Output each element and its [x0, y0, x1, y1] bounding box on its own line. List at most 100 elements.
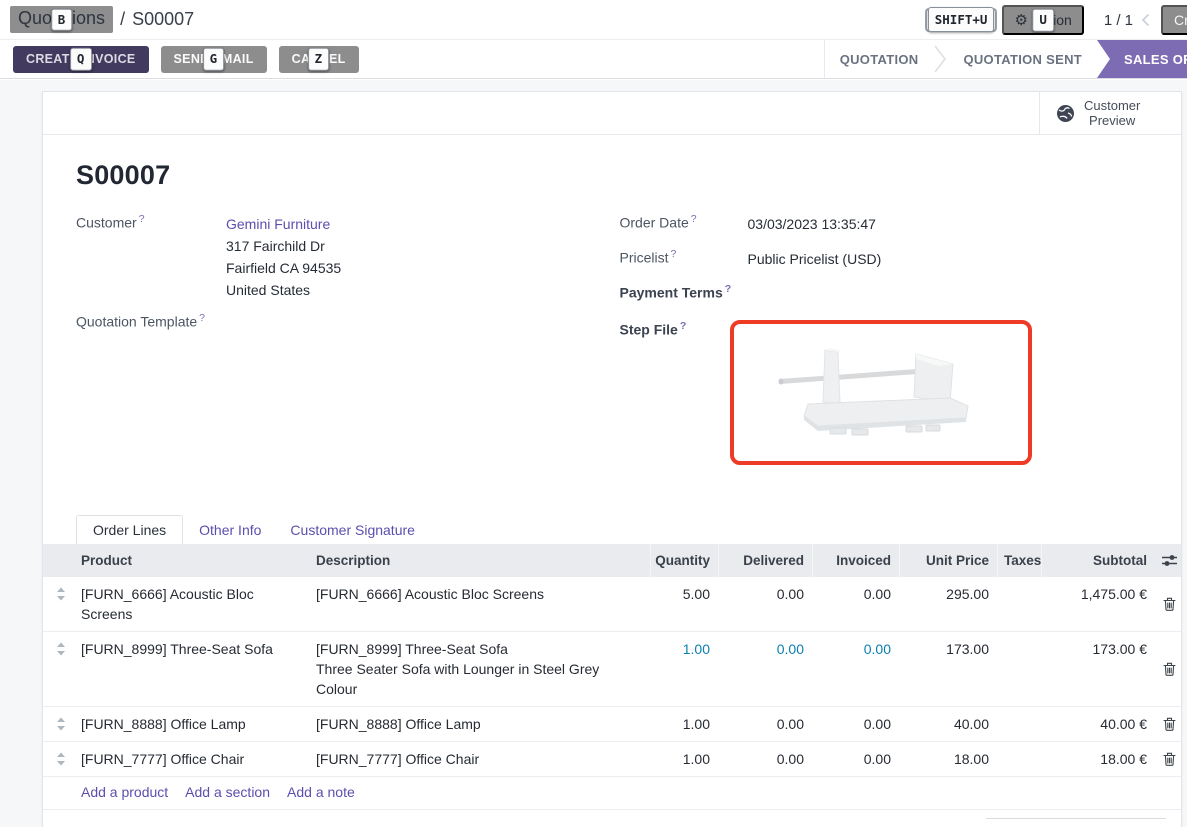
column-header-description[interactable]: Description	[316, 544, 650, 577]
help-icon: ?	[199, 312, 205, 324]
add-a-section-link[interactable]: Add a section	[185, 784, 270, 800]
create-button[interactable]: Create	[1161, 5, 1187, 35]
handle-column-header	[43, 544, 79, 577]
quantity-cell[interactable]: 1.00	[650, 707, 718, 741]
table-row[interactable]: [FURN_6666] Acoustic Bloc Screens[FURN_6…	[43, 577, 1181, 632]
product-cell[interactable]: [FURN_6666] Acoustic Bloc Screens	[79, 577, 316, 631]
invoiced-cell[interactable]: 0.00	[812, 632, 899, 706]
column-header-product[interactable]: Product	[79, 544, 316, 577]
create-invoice-button[interactable]: CREATE INVOICE Q	[13, 46, 149, 73]
description-line: Three Seater Sofa with Lounger in Steel …	[316, 659, 620, 699]
quantity-cell[interactable]: 1.00	[650, 742, 718, 776]
row-actions[interactable]	[1155, 632, 1183, 706]
taxes-cell[interactable]	[997, 742, 1041, 776]
column-header-quantity[interactable]: Quantity	[650, 544, 718, 577]
subtotal-cell[interactable]: 18.00 €	[1041, 742, 1155, 776]
pricelist-value[interactable]: Public Pricelist (USD)	[748, 248, 882, 270]
subtotal-cell[interactable]: 173.00 €	[1041, 632, 1155, 706]
row-actions[interactable]	[1155, 742, 1183, 776]
product-cell[interactable]: [FURN_8888] Office Lamp	[79, 707, 316, 741]
record-pager: 1 / 1	[1104, 12, 1133, 29]
order-lines-header: Product Description Quantity Delivered I…	[43, 544, 1181, 577]
table-row[interactable]: [FURN_8888] Office Lamp[FURN_8888] Offic…	[43, 707, 1181, 742]
add-a-note-link[interactable]: Add a note	[287, 784, 355, 800]
column-header-unit-price[interactable]: Unit Price	[899, 544, 997, 577]
customer-preview-line2: Preview	[1089, 113, 1135, 128]
tab-customer-signature[interactable]: Customer Signature	[277, 516, 428, 544]
breadcrumb-section[interactable]: Quotations B	[10, 6, 113, 33]
statusbar-stage[interactable]: SALES ORDER	[1097, 40, 1187, 78]
invoiced-cell[interactable]: 0.00	[812, 707, 899, 741]
pricelist-label-text: Pricelist	[620, 250, 669, 266]
tab-other-info[interactable]: Other Info	[186, 516, 274, 544]
breadcrumb-record: S00007	[132, 9, 194, 30]
order-date-label: Order Date?	[620, 213, 748, 235]
description-cell[interactable]: [FURN_8888] Office Lamp	[316, 707, 650, 741]
delivered-cell[interactable]: 0.00	[718, 632, 812, 706]
keyboard-hint-badge: U	[1032, 9, 1054, 32]
taxes-cell[interactable]	[997, 632, 1041, 706]
action-bar: CREATE INVOICE Q SEND EMAIL G CANCEL Z Q…	[0, 40, 1187, 79]
optional-columns-button[interactable]	[1155, 544, 1183, 577]
drag-handle[interactable]	[43, 632, 79, 706]
payment-terms-label: Payment Terms?	[620, 283, 748, 301]
table-row[interactable]: [FURN_7777] Office Chair[FURN_7777] Offi…	[43, 742, 1181, 777]
quantity-cell[interactable]: 1.00	[650, 632, 718, 706]
create-button-label: Create	[1174, 12, 1187, 28]
unit-price-cell[interactable]: 40.00	[899, 707, 997, 741]
delivered-cell[interactable]: 0.00	[718, 742, 812, 776]
add-a-product-link[interactable]: Add a product	[81, 784, 168, 800]
delete-row-icon[interactable]	[1163, 662, 1176, 676]
tab-order-lines[interactable]: Order Lines	[76, 515, 183, 544]
drag-handle[interactable]	[43, 707, 79, 741]
customer-field-label: Customer?	[76, 213, 226, 301]
taxes-cell[interactable]	[997, 577, 1041, 631]
row-actions[interactable]	[1155, 577, 1183, 631]
delivered-cell[interactable]: 0.00	[718, 707, 812, 741]
description-cell[interactable]: [FURN_6666] Acoustic Bloc Screens	[316, 577, 650, 631]
cancel-button[interactable]: CANCEL Z	[279, 46, 359, 73]
unit-price-cell[interactable]: 173.00	[899, 632, 997, 706]
statusbar-stage[interactable]: QUOTATION	[825, 40, 934, 78]
quotation-template-label-text: Quotation Template	[76, 314, 197, 330]
drag-handle[interactable]	[43, 577, 79, 631]
product-cell[interactable]: [FURN_8999] Three-Seat Sofa	[79, 632, 316, 706]
product-cell[interactable]: [FURN_7777] Office Chair	[79, 742, 316, 776]
delete-row-icon[interactable]	[1163, 597, 1176, 611]
statusbar-stage[interactable]: QUOTATION SENT	[948, 40, 1097, 78]
delete-row-icon[interactable]	[1163, 752, 1176, 766]
help-icon: ?	[680, 320, 686, 332]
step-file-image[interactable]	[730, 320, 1032, 465]
drag-handle[interactable]	[43, 742, 79, 776]
pager-previous-icon[interactable]	[1141, 13, 1150, 27]
delete-row-icon[interactable]	[1163, 717, 1176, 731]
subtotal-cell[interactable]: 1,475.00 €	[1041, 577, 1155, 631]
table-row[interactable]: [FURN_8999] Three-Seat Sofa[FURN_8999] T…	[43, 632, 1181, 707]
customer-address-line: 317 Fairchild Dr	[226, 235, 341, 257]
invoiced-cell[interactable]: 0.00	[812, 577, 899, 631]
delivered-cell[interactable]: 0.00	[718, 577, 812, 631]
customer-preview-button[interactable]: Customer Preview	[1039, 92, 1181, 134]
invoiced-cell[interactable]: 0.00	[812, 742, 899, 776]
unit-price-cell[interactable]: 295.00	[899, 577, 997, 631]
action-menu-button[interactable]: ⚙ Action U	[1002, 5, 1083, 35]
customer-link[interactable]: Gemini Furniture	[226, 216, 330, 232]
description-line: [FURN_8999] Three-Seat Sofa	[316, 639, 620, 659]
notebook: Order LinesOther InfoCustomer Signature …	[43, 514, 1181, 810]
help-icon: ?	[139, 213, 145, 225]
description-cell[interactable]: [FURN_7777] Office Chair	[316, 742, 650, 776]
shift-hint-target[interactable]: SHIFT+U	[925, 8, 998, 32]
column-header-delivered[interactable]: Delivered	[718, 544, 812, 577]
column-header-taxes[interactable]: Taxes	[997, 544, 1041, 577]
order-date-value[interactable]: 03/03/2023 13:35:47	[748, 213, 876, 235]
taxes-cell[interactable]	[997, 707, 1041, 741]
send-email-button[interactable]: SEND EMAIL G	[161, 46, 267, 73]
sheet-subheader: Customer Preview	[43, 92, 1181, 135]
column-header-subtotal[interactable]: Subtotal	[1041, 544, 1155, 577]
subtotal-cell[interactable]: 40.00 €	[1041, 707, 1155, 741]
unit-price-cell[interactable]: 18.00	[899, 742, 997, 776]
quantity-cell[interactable]: 5.00	[650, 577, 718, 631]
description-cell[interactable]: [FURN_8999] Three-Seat SofaThree Seater …	[316, 632, 650, 706]
column-header-invoiced[interactable]: Invoiced	[812, 544, 899, 577]
row-actions[interactable]	[1155, 707, 1183, 741]
